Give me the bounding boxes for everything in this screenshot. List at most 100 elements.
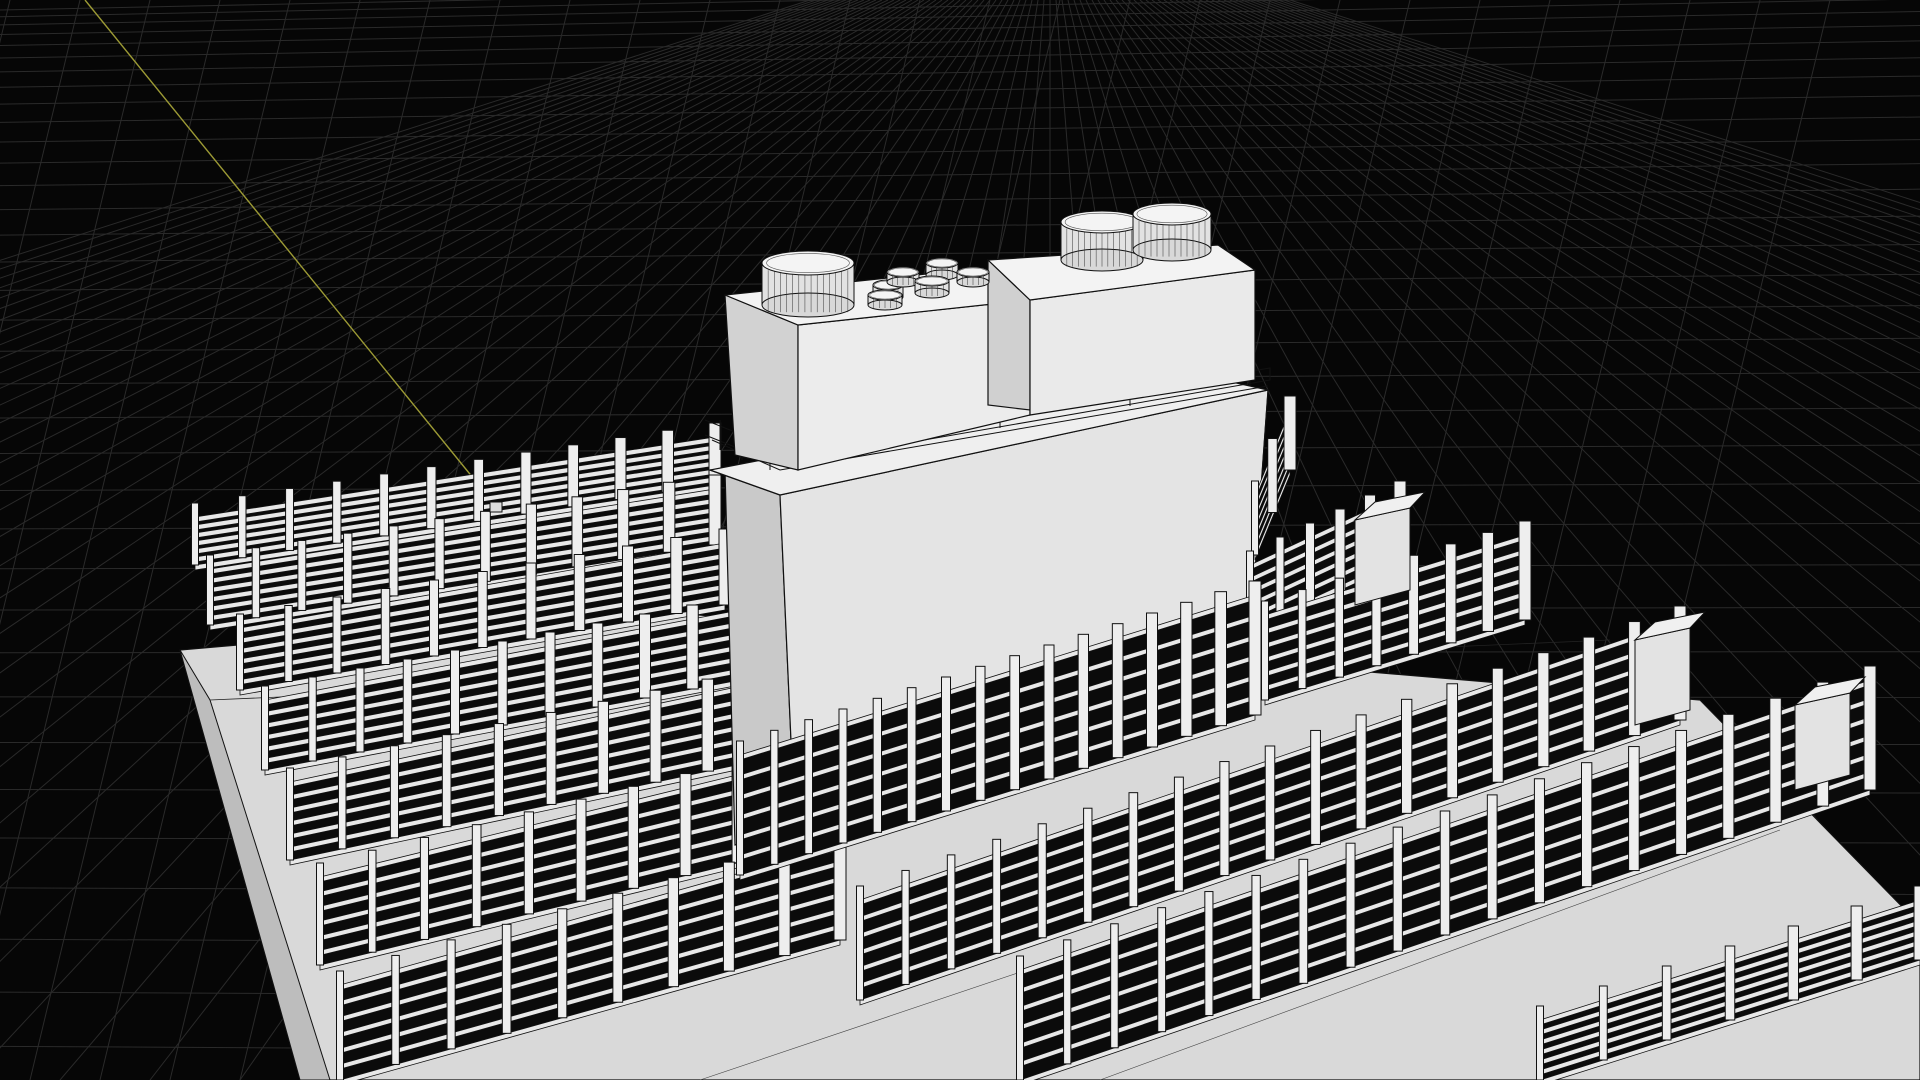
rooftop-vent-small[interactable] [867, 289, 903, 311]
rooftop-fan-large-left[interactable] [761, 250, 855, 318]
frame-post [1581, 762, 1593, 888]
grid-line [0, 25, 1920, 59]
frame-post [736, 740, 744, 876]
frame-post [477, 571, 488, 648]
frame-post [992, 838, 1002, 954]
frame-post [906, 687, 917, 823]
frame-post [679, 773, 692, 877]
frame-post [770, 729, 779, 865]
frame-post [804, 719, 813, 855]
rooftop-vent-small[interactable] [914, 275, 950, 299]
frame-post [1518, 520, 1532, 621]
frame-post [1146, 612, 1158, 748]
frame-post [1661, 965, 1672, 1041]
frame-post [1310, 729, 1321, 845]
frame-post [389, 745, 399, 839]
frame-post [1392, 826, 1403, 952]
rooftop-fan-large-right[interactable] [1060, 210, 1144, 272]
frame-post [206, 554, 214, 626]
frame-post [251, 547, 261, 619]
frame-post [1214, 591, 1228, 727]
frame-post [1009, 655, 1020, 791]
frame-post [388, 525, 399, 597]
frame-post [575, 798, 587, 902]
frame-post [497, 640, 508, 726]
frame-post [355, 667, 365, 753]
frame-post [1722, 713, 1735, 839]
frame-post [337, 756, 347, 850]
frame-post [1264, 745, 1276, 861]
frame-post [434, 518, 445, 590]
rooftop-vent-small[interactable] [956, 266, 990, 288]
frame-post [525, 562, 537, 640]
frame-post [1769, 697, 1782, 823]
grid-line [0, 116, 1920, 143]
frame-post [391, 954, 400, 1065]
frame-post [402, 658, 413, 744]
frame-post [639, 613, 651, 699]
frame-post [838, 708, 848, 844]
frame-post [1251, 874, 1261, 1000]
frame-post [1537, 652, 1550, 768]
frame-post [1305, 522, 1315, 613]
frame-post [380, 588, 391, 665]
frame-post [1598, 985, 1608, 1061]
frame-post [686, 604, 699, 690]
frame-post [441, 734, 452, 828]
frame-post [1533, 778, 1545, 904]
frame-post [1913, 885, 1920, 961]
frame-post [622, 545, 634, 623]
frame-post [1283, 395, 1297, 471]
3d-viewport[interactable]: 3D viewport [0, 0, 1920, 1080]
frame-post [261, 685, 269, 771]
grid-line [0, 244, 1920, 263]
frame-post [446, 939, 456, 1050]
frame-post [316, 862, 324, 966]
frame-post [1128, 792, 1139, 908]
frame-post [1298, 858, 1309, 984]
frame-post [1355, 714, 1367, 830]
frame-post [1724, 945, 1736, 1021]
rooftop-fan-large-right-2[interactable] [1132, 202, 1212, 262]
frame-post [1787, 925, 1799, 1001]
frame-post [379, 473, 390, 537]
frame-post [597, 700, 610, 794]
frame-post [285, 487, 295, 551]
frame-post [1173, 776, 1184, 892]
frame-post [332, 596, 342, 674]
frame-post [284, 605, 293, 682]
frame-post [471, 824, 482, 928]
frame-post [286, 767, 294, 861]
frame-post [1267, 438, 1278, 513]
frame-post [336, 970, 344, 1080]
frame-post [1016, 955, 1024, 1080]
frame-post [1444, 543, 1457, 644]
frame-post [591, 622, 604, 708]
frame-post [667, 877, 680, 988]
viewport-canvas[interactable] [0, 0, 1920, 1080]
frame-post [1297, 589, 1307, 690]
frame-post [1261, 600, 1269, 701]
frame-post [1628, 746, 1640, 872]
frame-post [1157, 907, 1167, 1033]
frame-post [545, 711, 557, 805]
frame-post [612, 892, 624, 1003]
grid-line [0, 57, 1920, 88]
frame-post [1219, 761, 1230, 877]
frame-post [544, 631, 556, 717]
frame-post [1043, 644, 1055, 780]
rooftop-vent-small[interactable] [886, 266, 920, 288]
frame-post [1111, 623, 1124, 759]
frame-post [1401, 698, 1413, 814]
frame-post [856, 885, 864, 1001]
grid-line [0, 188, 1920, 211]
frame-post [872, 697, 883, 833]
frame-post [419, 836, 429, 940]
frame-post [946, 854, 956, 970]
frame-post [1248, 580, 1262, 716]
frame-post [1037, 823, 1047, 939]
origin-marker [489, 501, 503, 513]
frame-post [722, 861, 735, 972]
grid-line [0, 215, 1920, 236]
frame-post [1063, 939, 1072, 1065]
